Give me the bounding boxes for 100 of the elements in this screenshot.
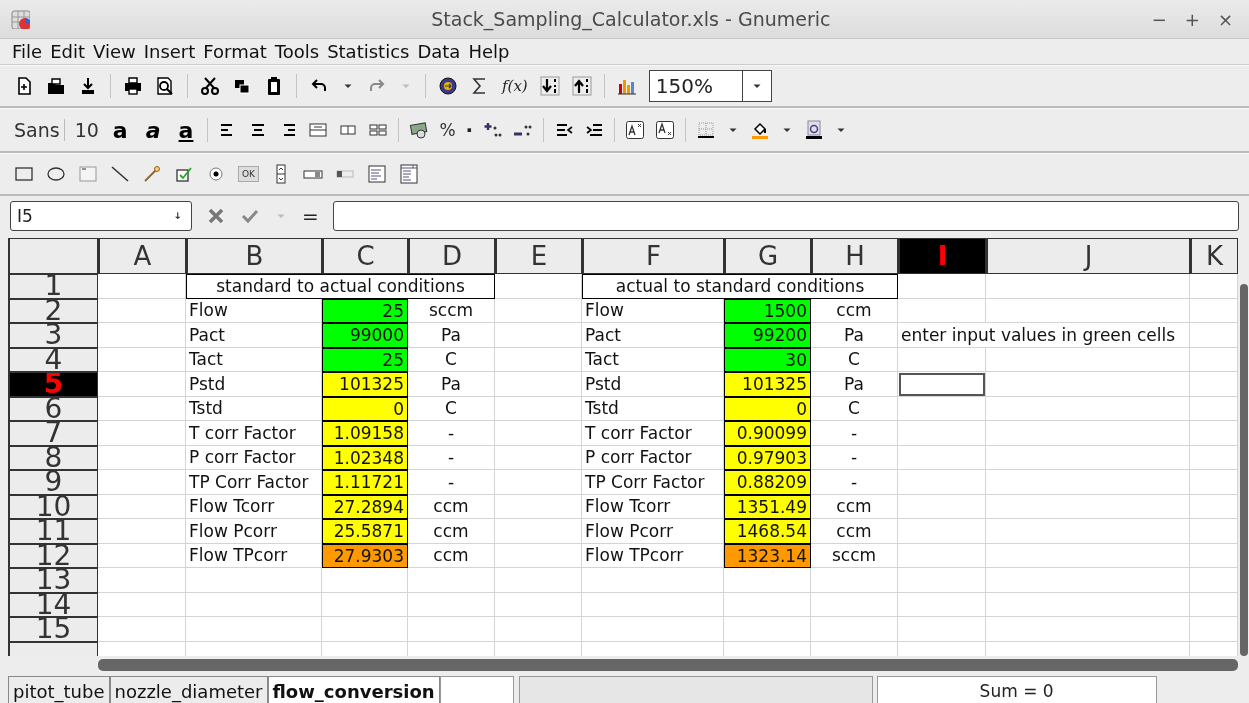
row-header[interactable]: 7 <box>8 421 98 446</box>
thousands-separator-button[interactable]: · <box>465 118 474 142</box>
zoom-combo[interactable]: 150% <box>648 70 772 102</box>
table-cell: C <box>811 347 898 372</box>
arrow-line-icon[interactable] <box>142 164 162 184</box>
row-header[interactable]: 5 <box>8 372 98 397</box>
menu-item[interactable]: View <box>89 41 140 62</box>
borders-icon[interactable] <box>696 120 717 140</box>
column-header[interactable]: E <box>495 238 582 274</box>
name-box[interactable]: I5 <box>10 201 192 231</box>
row-header[interactable]: 3 <box>8 323 98 348</box>
sort-descending-icon[interactable] <box>539 76 560 96</box>
row-header[interactable]: 15 <box>8 617 98 642</box>
corner-header[interactable] <box>8 238 98 274</box>
empty-cell <box>1190 568 1238 593</box>
table-cell: Pa <box>408 323 495 348</box>
sheet-tab[interactable]: nozzle_diameter <box>109 676 268 703</box>
value-cell: 0.97903 <box>724 445 811 470</box>
scissors-icon[interactable] <box>200 76 220 96</box>
formula-field[interactable] <box>332 201 1239 231</box>
table-cell: sccm <box>408 298 495 323</box>
column-header[interactable]: J <box>986 238 1190 274</box>
table-cell: ccm <box>811 494 898 519</box>
subscript-icon[interactable] <box>655 120 676 140</box>
rectangle-icon[interactable] <box>14 164 34 184</box>
table-cell: ccm <box>811 519 898 544</box>
table-cell: ccm <box>408 519 495 544</box>
row-header[interactable]: 14 <box>8 592 98 617</box>
row-header[interactable]: 8 <box>8 445 98 470</box>
money-icon[interactable] <box>409 120 430 140</box>
window-control[interactable]: + <box>1184 8 1200 30</box>
value-cell: 30 <box>724 347 811 372</box>
column-header[interactable]: A <box>98 238 186 274</box>
column-header[interactable]: D <box>408 238 495 274</box>
row-header[interactable]: 6 <box>8 396 98 421</box>
font-color-icon[interactable] <box>804 120 825 140</box>
superscript-icon[interactable] <box>625 120 646 140</box>
vertical-scrollbar-thumb[interactable] <box>1240 284 1248 656</box>
menu-item[interactable]: Format <box>199 41 271 62</box>
empty-cell <box>1190 274 1238 299</box>
window-control[interactable]: − <box>1151 8 1167 30</box>
paint-bucket-icon[interactable] <box>750 120 771 140</box>
column-header[interactable]: G <box>724 238 811 274</box>
horizontal-scrollbar-thumb[interactable] <box>98 659 1238 671</box>
menu-item[interactable]: Insert <box>139 41 200 62</box>
underline-button[interactable]: a <box>174 117 198 143</box>
font-size[interactable]: 10 <box>74 119 99 141</box>
value-cell: 0.88209 <box>724 470 811 495</box>
column-header[interactable]: I <box>898 238 986 274</box>
menu-item[interactable]: Help <box>464 41 514 62</box>
merge-cells-icon[interactable] <box>308 120 329 140</box>
table-cell: - <box>811 445 898 470</box>
ellipse-icon[interactable] <box>46 164 66 184</box>
sort-ascending-icon[interactable] <box>571 76 592 96</box>
menu-item[interactable]: File <box>8 41 47 62</box>
menu-item[interactable]: Statistics <box>323 41 414 62</box>
bold-button[interactable]: a <box>108 117 132 143</box>
app-logo-icon <box>10 9 30 29</box>
value-cell: 101325 <box>724 372 811 397</box>
print-preview-icon[interactable] <box>155 76 175 96</box>
percent-button[interactable]: % <box>439 120 456 140</box>
list-icon[interactable] <box>367 164 387 184</box>
row-header[interactable]: 4 <box>8 347 98 372</box>
row-header[interactable]: 11 <box>8 519 98 544</box>
menu-item[interactable]: Tools <box>270 41 324 62</box>
globe-icon[interactable] <box>438 76 458 96</box>
row-header[interactable]: 13 <box>8 568 98 593</box>
row-header[interactable]: 9 <box>8 470 98 495</box>
italic-button[interactable]: a <box>141 117 165 143</box>
menu-item[interactable]: Edit <box>46 41 89 62</box>
table-cell: ccm <box>408 494 495 519</box>
value-cell: 101325 <box>322 372 408 397</box>
button-widget[interactable]: OK <box>238 166 259 182</box>
line-icon[interactable] <box>110 164 130 184</box>
table-cell: - <box>811 421 898 446</box>
printer-icon[interactable] <box>123 76 143 96</box>
cancel-icon[interactable] <box>206 206 226 226</box>
row-header[interactable]: 10 <box>8 494 98 519</box>
row-header[interactable]: 12 <box>8 543 98 568</box>
menu-item[interactable]: Data <box>413 41 465 62</box>
value-cell: 0 <box>724 396 811 421</box>
font-name[interactable]: Sans <box>14 119 65 141</box>
function-button[interactable]: f(x) <box>502 77 528 95</box>
empty-cell <box>1190 396 1238 421</box>
column-header[interactable]: H <box>811 238 898 274</box>
open-folder-icon[interactable] <box>46 76 66 96</box>
selected-cell[interactable] <box>898 372 986 397</box>
value-cell: 1.11721 <box>322 470 408 495</box>
row-header[interactable]: 2 <box>8 298 98 323</box>
sheet-tab[interactable]: flow_conversion <box>267 676 440 703</box>
column-header[interactable]: F <box>582 238 724 274</box>
row-header[interactable]: 1 <box>8 274 98 299</box>
combo-list-icon[interactable] <box>399 164 419 184</box>
empty-cell <box>1190 421 1238 446</box>
column-header[interactable]: C <box>322 238 408 274</box>
column-header[interactable]: K <box>1190 238 1238 274</box>
window-control[interactable]: × <box>1217 8 1233 30</box>
sheet-tab[interactable]: pitot_tube <box>8 676 110 703</box>
radio-button-icon[interactable] <box>206 164 226 184</box>
column-header[interactable]: B <box>186 238 322 274</box>
